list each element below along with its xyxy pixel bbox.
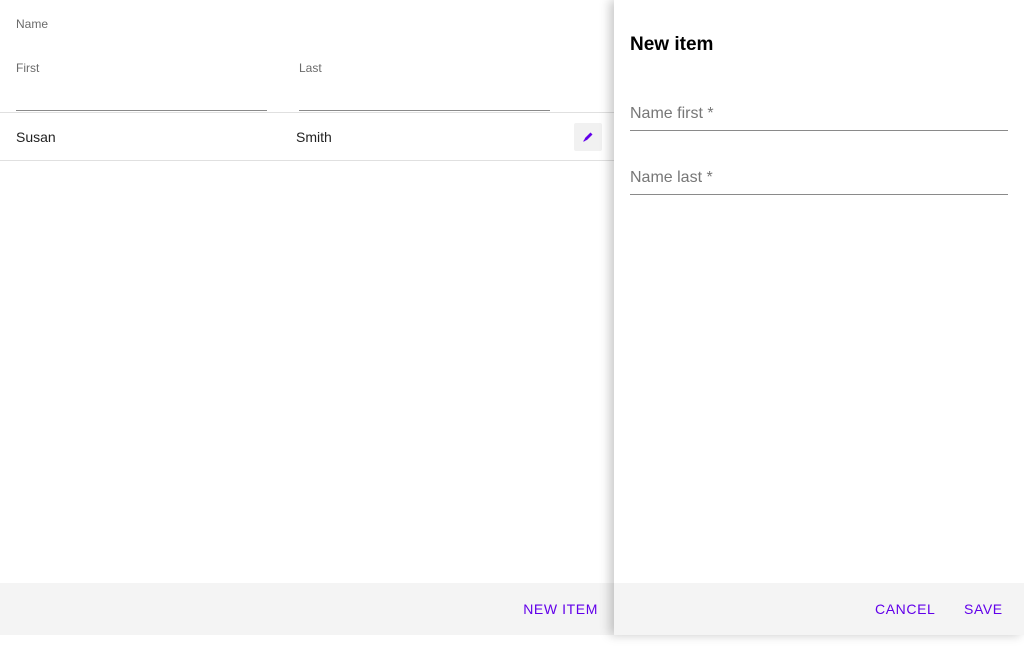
column-header-first[interactable]: First xyxy=(16,61,39,75)
drawer-footer: CANCEL SAVE xyxy=(614,583,1024,635)
pencil-icon xyxy=(583,132,593,142)
filter-input-first[interactable] xyxy=(16,80,267,111)
cell-first-name: Susan xyxy=(16,129,56,145)
grid-footer: NEW ITEM xyxy=(0,583,614,635)
new-item-drawer: New item CANCEL SAVE xyxy=(614,0,1024,635)
column-group-header-name: Name xyxy=(16,17,49,31)
drawer-title: New item xyxy=(630,34,714,55)
cell-last-name: Smith xyxy=(296,129,332,145)
edit-row-button[interactable] xyxy=(574,123,602,151)
save-button[interactable]: SAVE xyxy=(964,601,1003,617)
cancel-button[interactable]: CANCEL xyxy=(875,601,935,617)
data-grid: Name First Last Susan Smith NEW ITEM xyxy=(0,0,614,635)
new-item-button[interactable]: NEW ITEM xyxy=(523,601,598,617)
app-root: Name First Last Susan Smith NEW ITEM New… xyxy=(0,0,1024,651)
filter-input-last[interactable] xyxy=(299,80,550,111)
name-last-field[interactable] xyxy=(630,162,1008,195)
table-row[interactable]: Susan Smith xyxy=(0,113,614,161)
name-first-field[interactable] xyxy=(630,98,1008,131)
column-header-last[interactable]: Last xyxy=(299,61,322,75)
